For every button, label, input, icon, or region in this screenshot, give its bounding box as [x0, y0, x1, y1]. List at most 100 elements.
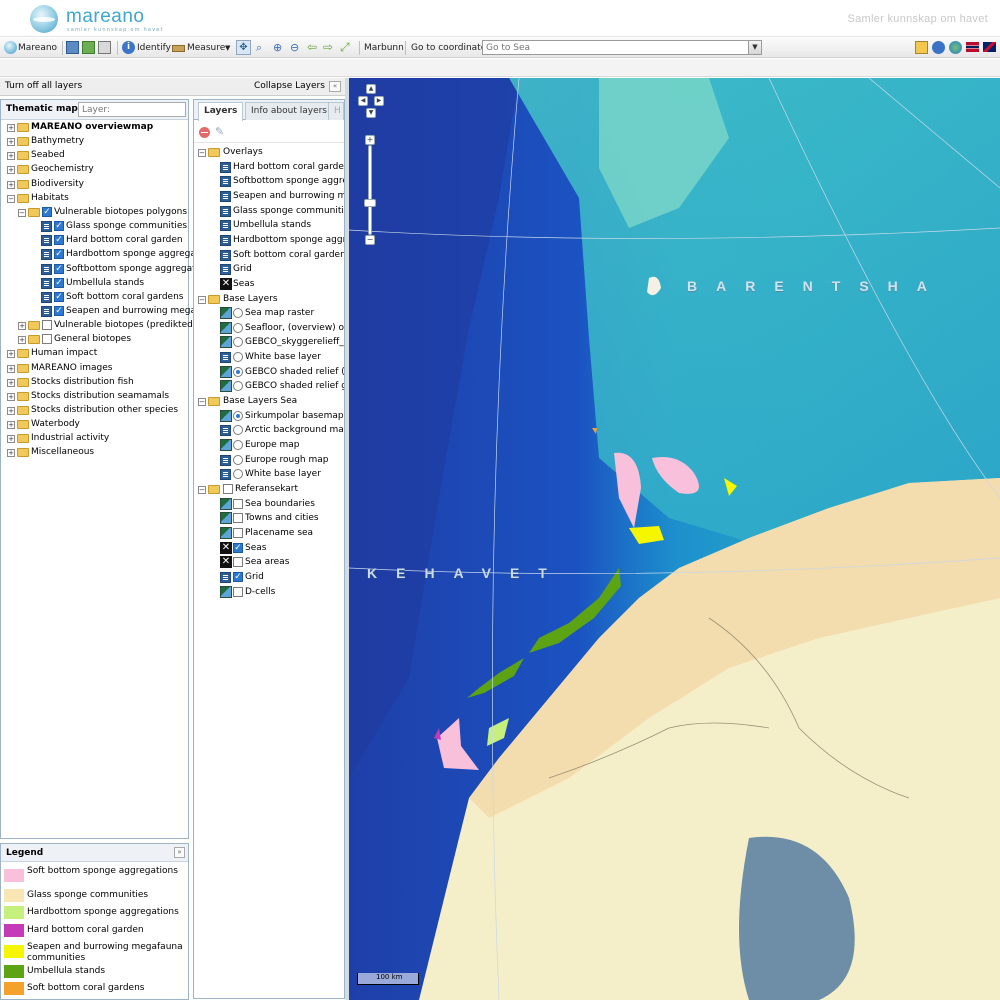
expand-icon[interactable]: + — [7, 407, 15, 415]
expand-icon[interactable]: + — [7, 138, 15, 147]
zoom-in-button[interactable]: + — [365, 135, 375, 145]
layer-item-gebco-shaded-relief-grey[interactable]: GEBCO shaded relief grey — [194, 380, 344, 393]
radio-button[interactable] — [233, 337, 243, 348]
checkbox[interactable] — [42, 334, 52, 345]
layer-item-overlays[interactable]: − Overlays — [194, 146, 344, 159]
expand-icon[interactable]: + — [7, 152, 15, 161]
checkbox[interactable]: ✓ — [42, 206, 52, 217]
pan-down-icon[interactable]: ▼ — [366, 108, 376, 118]
expand-icon[interactable]: + — [7, 166, 15, 175]
expand-icon[interactable]: + — [7, 435, 15, 444]
zoom-in-icon[interactable]: ⊕ — [273, 41, 286, 54]
radio-button[interactable] — [233, 425, 243, 436]
layer-item-d-cells[interactable]: D-cells — [194, 585, 344, 599]
expand-icon[interactable]: + — [7, 378, 15, 387]
goto-coordinate-button[interactable]: Go to coordinate — [411, 40, 486, 56]
goto-sea-dropdown-icon[interactable]: ▼ — [748, 41, 761, 54]
expand-icon[interactable]: + — [7, 364, 15, 373]
checkbox[interactable]: ✓ — [233, 571, 243, 582]
checkbox[interactable]: ✓ — [54, 249, 64, 260]
checkbox[interactable]: ✓ — [54, 291, 64, 302]
collapse-layers-label[interactable]: Collapse Layers — [254, 81, 325, 91]
english-flag-icon[interactable] — [983, 42, 996, 52]
collapse-icon[interactable]: − — [198, 398, 206, 407]
zoom-slider-thumb[interactable] — [364, 199, 376, 207]
tree-item-industrial-activity[interactable]: + Industrial activity — [1, 432, 188, 445]
layer-item-hard-bottom-coral-garden[interactable]: Hard bottom coral garden — [194, 161, 344, 174]
expand-icon[interactable]: + — [7, 180, 15, 189]
expand-icon[interactable]: + — [7, 350, 15, 359]
checkbox[interactable] — [233, 586, 243, 597]
tree-item-seabed[interactable]: + Seabed — [1, 149, 188, 162]
map-view[interactable]: BARENTSHA KEHAVET ▲ ◀ ▶ ▼ + − 100 km — [349, 78, 1000, 1000]
tree-item-hardbottom-sponge-aggregations[interactable]: ✓ Hardbottom sponge aggregations — [1, 248, 218, 261]
mareano-logo[interactable]: mareano samler kunnskap om havet — [30, 5, 170, 35]
layer-item-grid[interactable]: ✓ Grid — [194, 571, 344, 584]
layer-item-white-base-layer[interactable]: White base layer — [194, 468, 344, 481]
tab-info-about-layers[interactable]: Info about layers — [245, 102, 333, 120]
pan-up-icon[interactable]: ▲ — [366, 84, 376, 94]
tree-item-soft-bottom-coral-gardens[interactable]: ✓ Soft bottom coral gardens — [1, 291, 188, 304]
previous-extent-icon[interactable]: ⇦ — [307, 41, 320, 54]
info-icon[interactable]: i — [122, 41, 135, 54]
radio-button[interactable] — [233, 440, 243, 450]
zoom-box-icon[interactable]: ⌕ — [256, 41, 269, 54]
checkbox[interactable] — [233, 527, 243, 538]
tree-item-stocks-distribution-seamamals[interactable]: + Stocks distribution seamamals — [1, 390, 188, 403]
tree-item-stocks-distribution-fish[interactable]: + Stocks distribution fish — [1, 376, 188, 389]
collapse-icon[interactable]: − — [198, 485, 206, 494]
tree-item-vulnerable-biotopes-polygons[interactable]: − ✓ Vulnerable biotopes polygons — [1, 206, 188, 219]
tree-item-mareano-images[interactable]: + MAREANO images — [1, 362, 188, 375]
collapse-icon[interactable]: − — [7, 194, 15, 203]
checkbox[interactable]: ✓ — [54, 263, 64, 274]
goto-sea-combo[interactable] — [482, 40, 762, 55]
radio-button[interactable] — [233, 469, 243, 480]
radio-button[interactable] — [233, 454, 243, 465]
tab-layers[interactable]: Layers — [198, 102, 244, 121]
expand-icon[interactable]: + — [18, 322, 26, 331]
checkbox[interactable] — [233, 513, 243, 524]
layer-item-gebco-shaded-relief-vector[interactable]: GEBCO shaded relief (vector) — [194, 365, 344, 379]
layer-item-sea-boundaries[interactable]: Sea boundaries — [194, 497, 344, 511]
tree-item-waterbody[interactable]: + Waterbody — [1, 418, 188, 431]
pan-left-icon[interactable]: ◀ — [358, 96, 368, 106]
tree-item-biodiversity[interactable]: + Biodiversity — [1, 178, 188, 191]
expand-icon[interactable]: + — [7, 392, 15, 401]
layer-item-soft-bottom-coral-gardens[interactable]: Soft bottom coral gardens — [194, 249, 344, 262]
mareano-home-button[interactable]: Mareano — [18, 40, 57, 56]
checkbox[interactable]: ✓ — [54, 277, 64, 288]
full-extent-icon[interactable]: ⤢ — [340, 41, 353, 54]
checkbox[interactable] — [233, 557, 243, 568]
legend-collapse-icon[interactable]: » — [174, 847, 185, 858]
world-icon[interactable] — [949, 41, 962, 54]
tree-item-softbottom-sponge-aggregations[interactable]: ✓ Softbottom sponge aggregations — [1, 263, 214, 276]
zoom-out-button[interactable]: − — [365, 235, 375, 245]
checkbox[interactable]: ✓ — [54, 305, 64, 316]
ruler-icon[interactable] — [172, 45, 185, 52]
layer-search-input[interactable] — [78, 102, 186, 117]
radio-button[interactable] — [233, 308, 243, 319]
layer-item-gebco-skyggerelieff-grey[interactable]: GEBCO_skyggerelieff_grey — [194, 336, 344, 349]
radio-button[interactable] — [233, 352, 243, 363]
tree-item-glass-sponge-communities[interactable]: ✓ Glass sponge communities — [1, 220, 188, 233]
layer-item-hardbottom-sponge-aggregations[interactable]: Hardbottom sponge aggregations — [194, 234, 344, 247]
tree-item-geochemistry[interactable]: + Geochemistry — [1, 163, 188, 176]
mail-icon[interactable] — [915, 41, 928, 54]
layer-item-arctic-background-map[interactable]: Arctic background map — [194, 424, 344, 437]
measure-dropdown-icon[interactable]: ▼ — [225, 40, 230, 56]
marbunn-button[interactable]: Marbunn — [364, 40, 404, 56]
tree-item-bathymetry[interactable]: + Bathymetry — [1, 135, 188, 148]
image-export-icon[interactable] — [82, 41, 95, 54]
layer-item-umbellula-stands[interactable]: Umbellula stands — [194, 219, 344, 232]
zoom-out-icon[interactable]: ⊖ — [290, 41, 303, 54]
radio-button[interactable] — [233, 322, 243, 333]
collapse-left-icon[interactable]: « — [329, 81, 341, 92]
zoom-slider-track[interactable] — [368, 145, 372, 235]
tree-item-stocks-distribution-other-species[interactable]: + Stocks distribution other species — [1, 404, 188, 417]
layer-item-seas[interactable]: ✕ Seas — [194, 277, 344, 291]
pan-icon[interactable]: ✥ — [236, 40, 251, 55]
tab-hidden[interactable]: H — [328, 102, 344, 120]
remove-layer-icon[interactable] — [199, 127, 210, 138]
tree-item-vulnerable-biotopes-predikted[interactable]: + Vulnerable biotopes (predikted) — [1, 319, 196, 332]
layer-item-placename-sea[interactable]: Placename sea — [194, 526, 344, 540]
